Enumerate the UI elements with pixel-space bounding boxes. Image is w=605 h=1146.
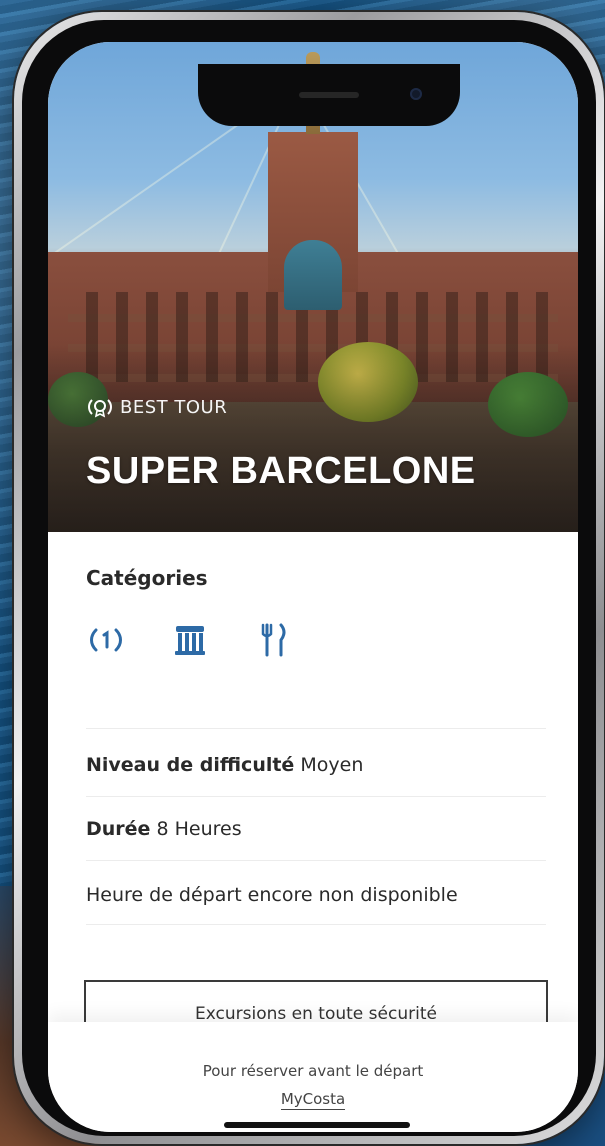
safety-button-label: Excursions en toute sécurité — [195, 1004, 437, 1024]
difficulty-row: Niveau de difficulté Moyen — [86, 754, 546, 776]
mycosta-link[interactable]: MyCosta — [280, 1090, 346, 1110]
speaker-grille — [299, 92, 359, 98]
award-icon — [86, 622, 126, 658]
mycosta-link-container: MyCosta — [48, 1090, 578, 1110]
difficulty-label: Niveau de difficulté — [86, 754, 295, 776]
tour-title: SUPER BARCELONE — [86, 450, 476, 492]
booking-footer: Pour réserver avant le départ MyCosta — [48, 1022, 578, 1132]
best-tour-badge: BEST TOUR — [86, 396, 227, 418]
duration-row: Durée 8 Heures — [86, 818, 546, 840]
restaurant-icon — [254, 622, 294, 658]
award-icon — [86, 396, 114, 418]
tower-window — [284, 240, 342, 310]
difficulty-value: Moyen — [300, 754, 364, 776]
divider — [86, 728, 546, 729]
divider — [86, 796, 546, 797]
booking-text: Pour réserver avant le départ — [202, 1062, 424, 1080]
hero-gradient-overlay — [48, 342, 578, 532]
divider — [86, 924, 546, 925]
duration-label: Durée — [86, 818, 151, 840]
building-tower — [268, 52, 358, 310]
duration-value: 8 Heures — [156, 818, 242, 840]
badge-label: BEST TOUR — [120, 396, 228, 418]
departure-row: Heure de départ encore non disponible — [86, 884, 546, 906]
categories-heading: Catégories — [86, 566, 208, 590]
category-icons — [86, 622, 294, 658]
phone-screen: BEST TOUR SUPER BARCELONE Catégories Niv… — [48, 42, 578, 1132]
departure-text: Heure de départ encore non disponible — [86, 884, 458, 906]
phone-frame: BEST TOUR SUPER BARCELONE Catégories Niv… — [14, 12, 604, 1144]
museum-column-icon — [170, 622, 210, 658]
divider — [86, 860, 546, 861]
home-indicator[interactable] — [224, 1122, 410, 1128]
front-camera — [410, 88, 422, 100]
phone-notch — [198, 64, 460, 126]
phone-bezel: BEST TOUR SUPER BARCELONE Catégories Niv… — [22, 20, 596, 1136]
